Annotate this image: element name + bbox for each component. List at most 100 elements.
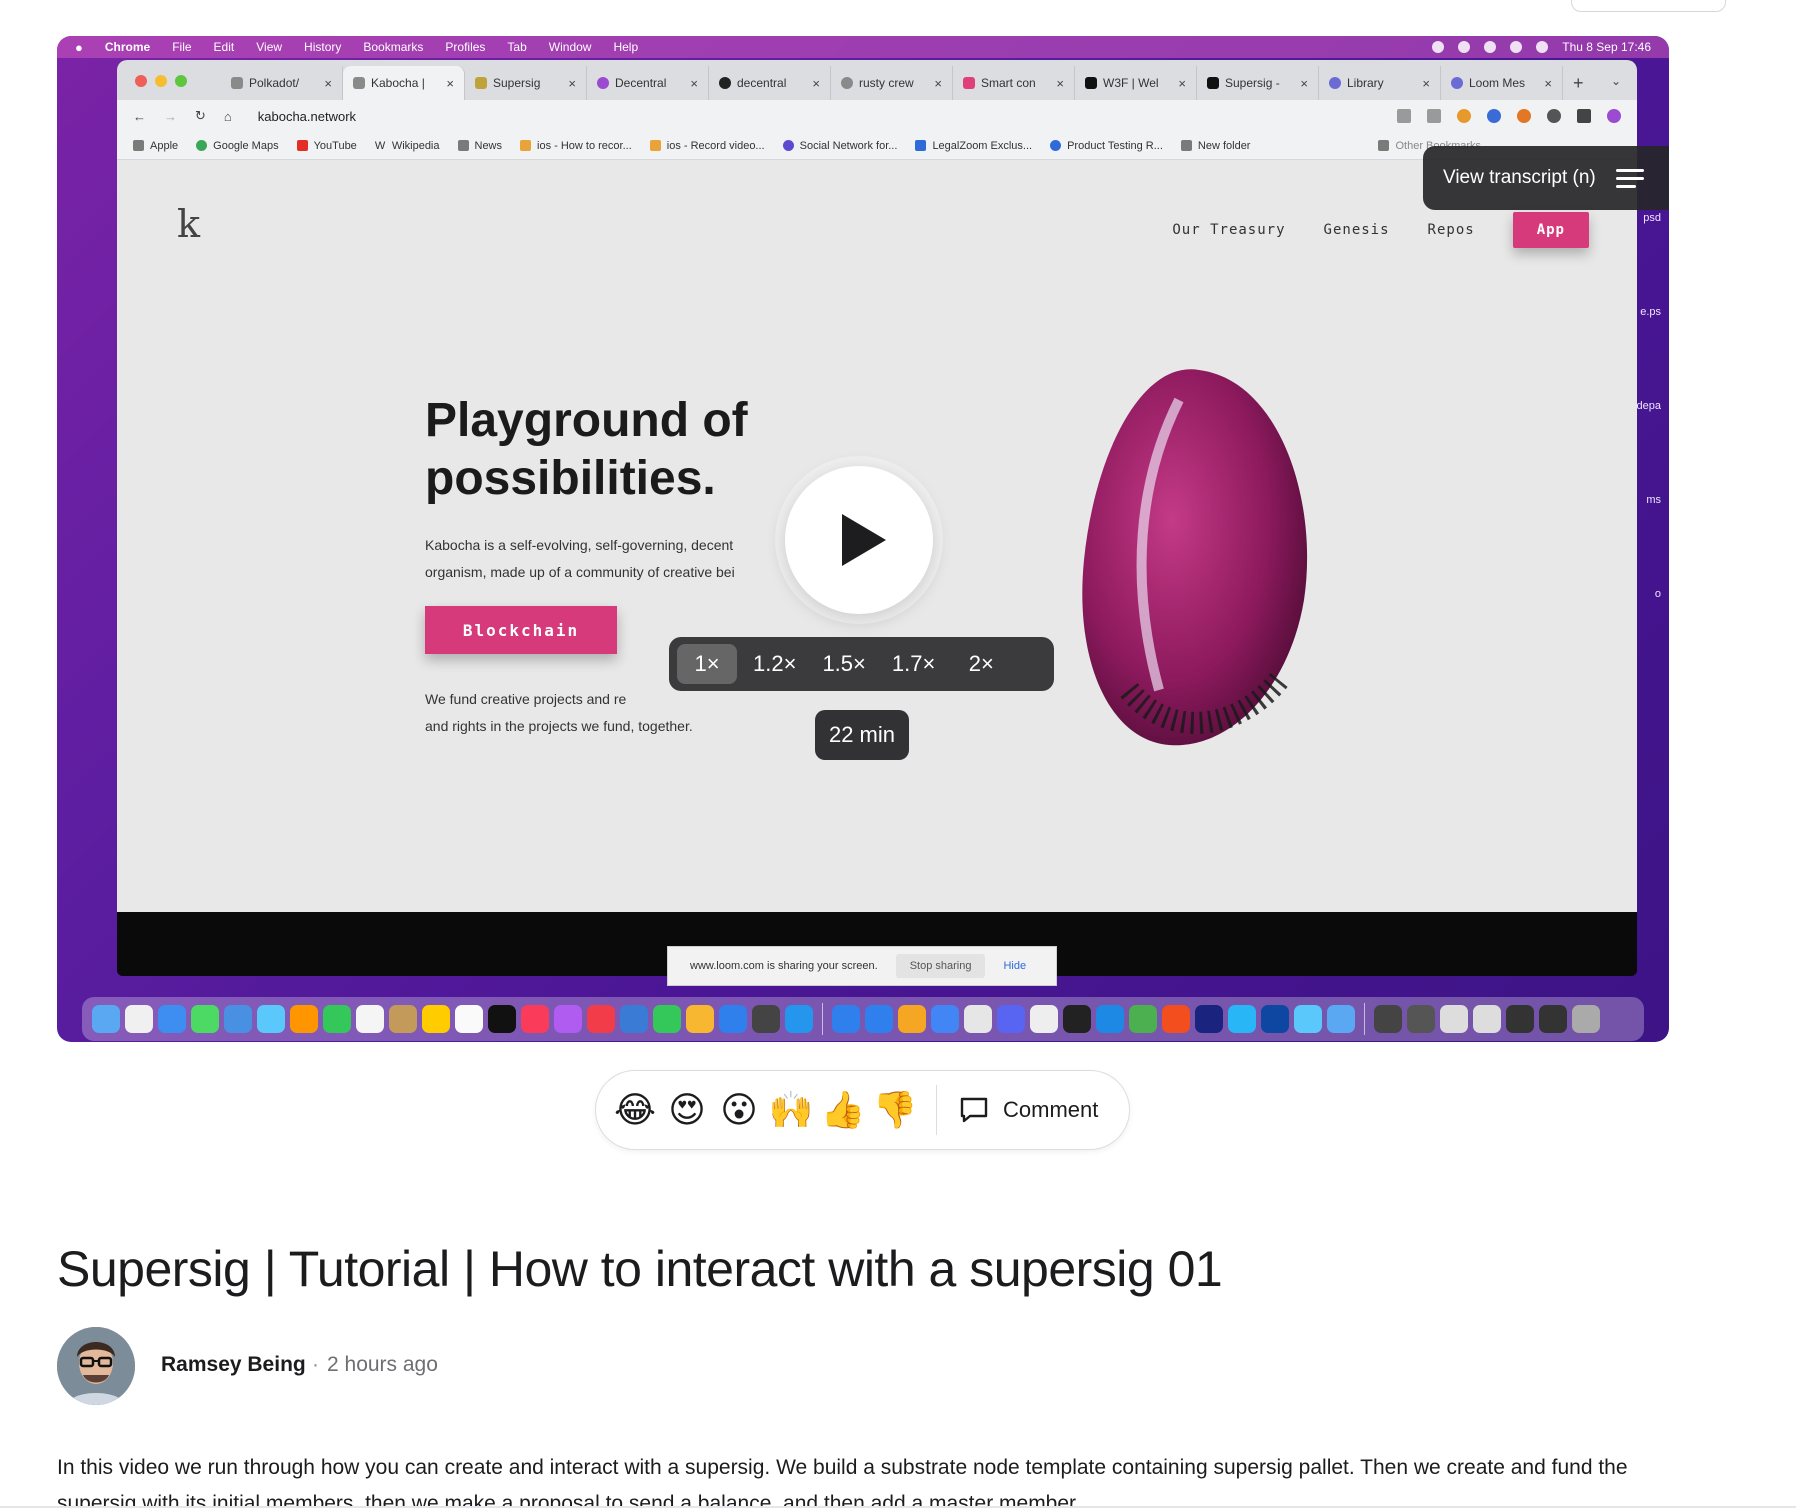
bookmark: Apple	[133, 140, 178, 152]
tab-label: decentral	[737, 76, 787, 90]
video-duration: 22 min	[815, 710, 909, 760]
close-icon: ×	[690, 75, 698, 91]
menu-lines-icon	[1615, 168, 1644, 188]
favicon-icon	[649, 140, 661, 151]
desktop-file-label: psd	[1643, 212, 1661, 224]
chevron-down-icon: ⌄	[1610, 74, 1621, 88]
close-icon: ×	[1544, 75, 1552, 91]
dock-app-icon	[125, 1005, 153, 1033]
bookmarks-bar: Apple Google Maps YouTube W Wikipedia New…	[117, 132, 1637, 160]
minimize-dot-icon	[155, 75, 167, 87]
menubar-item: File	[172, 40, 192, 54]
top-right-button[interactable]	[1571, 0, 1726, 12]
joy-emoji-button[interactable]: 😂	[614, 1089, 656, 1130]
dock-app-icon	[323, 1005, 351, 1033]
browser-tab: Kabocha | ×	[343, 66, 465, 100]
bookmark: Social Network for...	[782, 139, 898, 152]
favicon-icon	[520, 140, 532, 151]
favicon-icon	[782, 140, 794, 151]
speed-option-1x[interactable]: 1×	[677, 644, 737, 684]
fund-text-line: and rights in the projects we fund, toge…	[425, 718, 693, 734]
puzzle-icon	[1547, 109, 1561, 123]
menubar-item: Window	[548, 40, 592, 54]
bookmark: LegalZoom Exclus...	[915, 140, 1032, 152]
author-photo	[57, 1327, 135, 1405]
speed-option-1-2x[interactable]: 1.2×	[743, 644, 806, 684]
raised-hands-emoji-button[interactable]: 🙌	[769, 1089, 814, 1130]
nav-our-treasury: Our Treasury	[1172, 222, 1286, 238]
thumbs-down-emoji-button[interactable]: 👎	[873, 1089, 918, 1130]
desktop-file-label: o	[1654, 588, 1661, 600]
dock-app-icon	[422, 1005, 450, 1033]
fund-text: We fund creative projects and re and rig…	[425, 686, 865, 740]
browser-tab: decentral ×	[709, 66, 831, 100]
dock-separator	[1364, 1003, 1365, 1035]
favicon-icon	[597, 77, 609, 89]
browser-tabs: Polkadot/ × Kabocha | × Supersig × Decentra…	[221, 66, 1584, 100]
comment-icon	[960, 1097, 988, 1123]
stop-sharing-button: Stop sharing	[895, 954, 986, 978]
favicon-icon	[963, 77, 975, 89]
speed-option-1-5x[interactable]: 1.5×	[812, 644, 875, 684]
dock-app-icon	[1506, 1005, 1534, 1033]
browser-tab: Smart con ×	[953, 66, 1075, 100]
dock-separator	[822, 1003, 823, 1035]
dock-app-icon	[898, 1005, 926, 1033]
wikipedia-icon: W	[374, 140, 386, 152]
hero-description-line: Kabocha is a self-evolving, self-governi…	[425, 537, 734, 553]
favicon-icon	[475, 77, 487, 89]
close-icon: ×	[446, 75, 454, 91]
bookmark-label: Wikipedia	[391, 139, 440, 152]
avatar[interactable]	[57, 1327, 135, 1405]
play-button[interactable]	[785, 466, 933, 614]
menubar-item: Help	[613, 40, 639, 54]
bookmark: News	[457, 140, 502, 152]
speed-option-1-7x[interactable]: 1.7×	[882, 644, 945, 684]
hero-description: Kabocha is a self-evolving, self-governi…	[425, 532, 800, 586]
tab-label: rusty crew	[859, 76, 914, 90]
folder-icon	[1180, 140, 1192, 151]
meta-separator: ·	[312, 1353, 319, 1376]
app-button: App	[1512, 212, 1589, 248]
dock-app-icon	[1327, 1005, 1355, 1033]
browser-tab: Library ×	[1319, 66, 1441, 100]
speed-option-2x[interactable]: 2×	[951, 644, 1011, 684]
bookmark: Product Testing R...	[1050, 140, 1163, 152]
favicon-icon	[1207, 77, 1219, 89]
site-nav: Our Treasury Genesis Repos App	[1172, 212, 1589, 248]
posted-time: 2 hours ago	[327, 1353, 438, 1376]
comment-button[interactable]: Comment	[959, 1096, 1098, 1124]
map-pin-icon	[196, 140, 208, 151]
playback-speed-selector: 1× 1.2× 1.5× 1.7× 2×	[669, 637, 1054, 691]
close-icon: ×	[324, 75, 332, 91]
bookmark-label: ios - How to recor...	[537, 139, 632, 152]
menubar-item: Profiles	[445, 40, 486, 54]
bookmark-label: Social Network for...	[799, 139, 898, 152]
author-name[interactable]: Ramsey Being	[161, 1353, 306, 1377]
mac-menubar: ● Chrome File Edit View History Bookmark…	[57, 36, 1669, 58]
dock-app-icon	[488, 1005, 516, 1033]
tab-label: Polkadot/	[249, 76, 300, 90]
hero-title-line: possibilities.	[425, 452, 716, 505]
favicon-icon	[1050, 140, 1062, 151]
menubar-app: Chrome	[104, 40, 151, 54]
address-bar: ← → ↻ ⌂ kabocha.network	[117, 100, 1637, 132]
bookmark-label: YouTube	[313, 139, 357, 152]
heart-eyes-emoji-button[interactable]: 😍	[668, 1089, 706, 1130]
close-icon: ×	[812, 75, 820, 91]
surprised-emoji-button[interactable]: 😮	[720, 1089, 758, 1130]
video-player[interactable]: ● Chrome File Edit View History Bookmark…	[57, 36, 1669, 1042]
dock-app-icon	[191, 1005, 219, 1033]
close-icon: ×	[1300, 75, 1308, 91]
menubar-clock: Thu 8 Sep 17:46	[1562, 40, 1651, 54]
view-transcript-button[interactable]: View transcript (n)	[1423, 146, 1669, 210]
dock-app-icon	[158, 1005, 186, 1033]
mac-dock	[82, 997, 1644, 1041]
menubar-item: View	[256, 40, 283, 54]
window-controls	[135, 75, 187, 87]
bookmark-label: LegalZoom Exclus...	[932, 139, 1033, 152]
close-icon: ×	[1056, 75, 1064, 91]
thumbs-up-emoji-button[interactable]: 👍	[821, 1089, 866, 1130]
dock-app-icon	[455, 1005, 483, 1033]
close-icon: ×	[934, 75, 942, 91]
